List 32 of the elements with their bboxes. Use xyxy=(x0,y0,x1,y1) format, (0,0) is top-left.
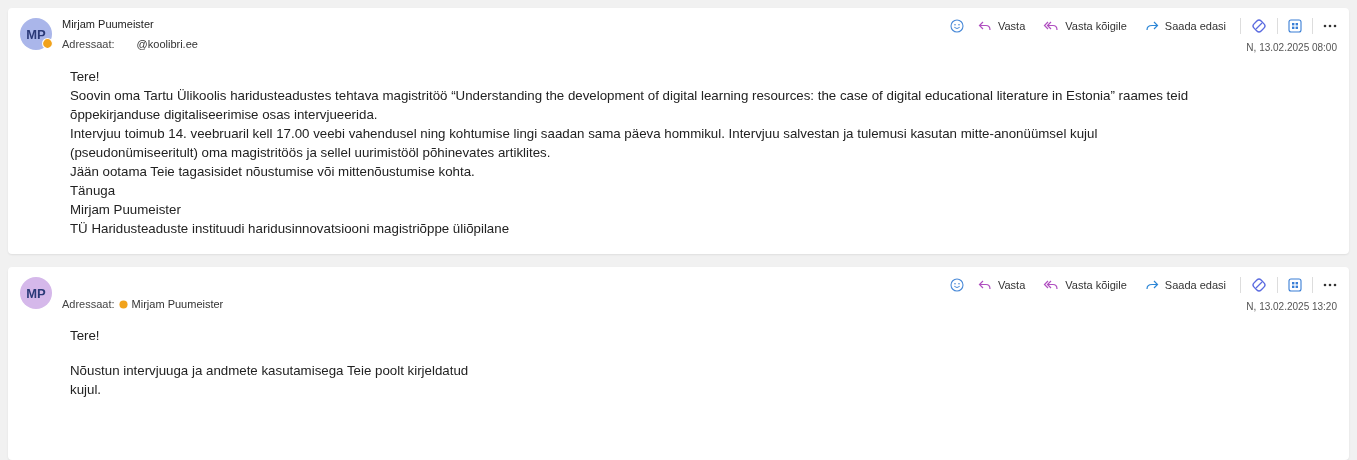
emoji-icon[interactable] xyxy=(949,19,964,33)
loop-icon[interactable] xyxy=(1251,18,1267,34)
recipient-name[interactable]: Mirjam Puumeister xyxy=(131,298,224,310)
more-icon[interactable] xyxy=(1323,24,1337,28)
reply-all-icon xyxy=(1043,20,1060,32)
reply-icon xyxy=(977,20,992,32)
reply-button[interactable]: Vasta xyxy=(973,279,1030,291)
reply-all-button[interactable]: Vasta kõigile xyxy=(1039,20,1131,32)
message-paragraph: Tere! Soovin oma Tartu Ülikoolis haridusteadustes tehtava magistritöö “Understanding the development of digital learning resources: the case of digital educational literature in Estonia” raames teid õppekirjanduse digitaliseerimise osas intervjueerida. Intervjuu toimub 14. veebruaril kell 17.00 veebi vahendusel ning kohtumise lingi saadan sama päeva hommikul. Intervjuu salvestan ja tulemusi kasutan mitte-anonüümsel kujul (pseudonümiseeritult) oma magistritöös ja sellel uurimistööl põhinevates artiklites. Jään ootama Teie tagasisidet nõustumise või mittenõustumise kohta. Tänuga Mirjam Puumeister TÜ Haridusteaduste instituudi haridusinnovatsiooni magistriõppe üliõpilane xyxy=(70,68,1190,238)
emoji-icon[interactable] xyxy=(949,278,964,292)
forward-icon xyxy=(1144,279,1159,291)
apps-icon[interactable] xyxy=(1288,278,1302,292)
loop-icon[interactable] xyxy=(1251,277,1267,293)
reply-button[interactable]: Vasta xyxy=(973,20,1030,32)
message-date: N, 13.02.2025 13:20 xyxy=(1246,301,1337,312)
forward-icon xyxy=(1144,20,1159,32)
reply-all-button[interactable]: Vasta kõigile xyxy=(1039,279,1131,291)
more-icon[interactable] xyxy=(1323,283,1337,287)
forward-button[interactable]: Saada edasi xyxy=(1140,20,1230,32)
reply-all-icon xyxy=(1043,279,1060,291)
avatar: MP xyxy=(20,277,52,309)
recipient-name[interactable]: @koolibri.ee xyxy=(136,38,198,50)
forward-button[interactable]: Saada edasi xyxy=(1140,279,1230,291)
avatar: MP xyxy=(20,18,52,50)
sender-name: Mirjam Puumeister xyxy=(62,18,155,30)
message-date: N, 13.02.2025 08:00 xyxy=(1246,42,1337,53)
apps-icon[interactable] xyxy=(1288,19,1302,33)
recipient-label: Adressaat: xyxy=(62,38,115,50)
reply-icon xyxy=(977,279,992,291)
recipient-label: Adressaat: xyxy=(62,298,115,310)
message-paragraph: Nõustun intervjuuga ja andmete kasutamisega Teie poolt kirjeldatud kujul. xyxy=(70,362,470,399)
message-paragraph: Tere! xyxy=(70,327,101,345)
